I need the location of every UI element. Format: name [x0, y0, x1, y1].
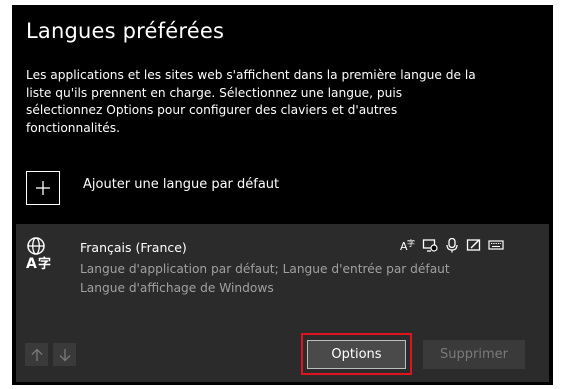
- language-glyph-icon: A 字: [25, 236, 61, 274]
- language-name: Français (France): [80, 240, 187, 255]
- arrow-up-icon: [31, 348, 42, 361]
- svg-text:字: 字: [407, 238, 415, 248]
- display-language-icon: [422, 237, 438, 253]
- handwriting-icon: [466, 237, 482, 253]
- keyboard-icon: [488, 237, 504, 253]
- add-language-label[interactable]: Ajouter une langue par défaut: [83, 177, 279, 192]
- screenshot-frame: Langues préférées Les applications et le…: [0, 0, 564, 389]
- description-line: liste qu'ils prennent en charge. Sélecti…: [26, 85, 403, 100]
- description-line: Les applications et les sites web s'affi…: [26, 68, 476, 82]
- move-down-button[interactable]: [53, 343, 76, 366]
- language-detail-line: Langue d'affichage de Windows: [80, 281, 274, 295]
- svg-text:字: 字: [38, 256, 51, 270]
- preferred-languages-panel: Langues préférées Les applications et le…: [12, 5, 553, 385]
- description-line: sélectionnez Options pour configurer des…: [26, 103, 398, 117]
- language-feature-icons: A 字: [400, 237, 504, 253]
- move-up-button[interactable]: [25, 343, 48, 366]
- arrow-down-icon: [59, 348, 70, 361]
- speech-recognition-icon: [444, 237, 460, 253]
- plus-icon[interactable]: [26, 171, 60, 205]
- text-to-speech-icon: A 字: [400, 237, 416, 253]
- language-detail-line: Langue d'application par défaut; Langue …: [80, 262, 450, 276]
- language-list-item[interactable]: A 字 Français (France) Langue d'applicati…: [16, 224, 549, 382]
- section-description: Les applications et les sites web s'affi…: [26, 67, 548, 137]
- options-button[interactable]: Options: [307, 340, 406, 369]
- section-title: Langues préférées: [26, 19, 225, 43]
- remove-button[interactable]: Supprimer: [423, 340, 525, 369]
- description-line: fonctionnalités.: [26, 120, 120, 135]
- language-details: Langue d'application par défaut; Langue …: [80, 260, 450, 298]
- svg-text:A: A: [26, 256, 37, 270]
